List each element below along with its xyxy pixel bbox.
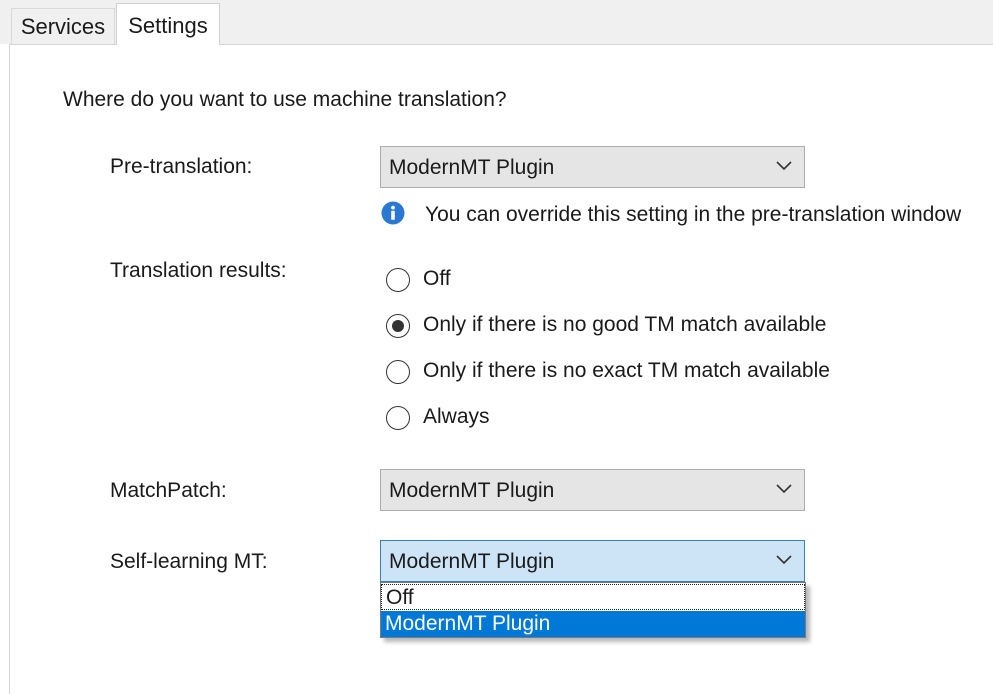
pretranslation-value: ModernMT Plugin bbox=[389, 156, 555, 179]
radio-no-exact-tm-match[interactable] bbox=[386, 360, 410, 384]
chevron-down-icon bbox=[776, 555, 792, 565]
chevron-down-icon bbox=[776, 161, 792, 171]
radio-off-label[interactable]: Off bbox=[423, 267, 451, 291]
matchpatch-combobox[interactable]: ModernMT Plugin bbox=[380, 469, 805, 511]
self-learning-label: Self-learning MT: bbox=[110, 550, 268, 573]
tab-strip: Services Settings bbox=[0, 0, 993, 45]
pretranslation-combobox[interactable]: ModernMT Plugin bbox=[380, 146, 805, 188]
chevron-down-icon bbox=[776, 484, 792, 494]
info-icon bbox=[381, 201, 405, 225]
tab-settings[interactable]: Settings bbox=[116, 3, 220, 45]
dropdown-option-modernmt-plugin[interactable]: ModernMT Plugin bbox=[381, 611, 805, 637]
radio-no-good-tm-match-label[interactable]: Only if there is no good TM match availa… bbox=[423, 313, 826, 337]
radio-off[interactable] bbox=[386, 268, 410, 292]
radio-no-good-tm-match[interactable] bbox=[386, 314, 410, 338]
radio-always[interactable] bbox=[386, 406, 410, 430]
radio-selected-dot bbox=[391, 319, 404, 332]
pretranslation-hint: You can override this setting in the pre… bbox=[425, 203, 962, 226]
dropdown-option-off[interactable]: Off bbox=[381, 584, 805, 610]
matchpatch-value: ModernMT Plugin bbox=[389, 479, 555, 502]
matchpatch-label: MatchPatch: bbox=[110, 479, 227, 502]
tab-services[interactable]: Services bbox=[11, 8, 115, 44]
pretranslation-label: Pre-translation: bbox=[110, 155, 253, 178]
translation-results-label: Translation results: bbox=[110, 259, 287, 282]
self-learning-dropdown-list: Off ModernMT Plugin bbox=[380, 582, 806, 638]
mt-question-label: Where do you want to use machine transla… bbox=[63, 88, 507, 111]
radio-always-label[interactable]: Always bbox=[423, 405, 490, 429]
self-learning-value: ModernMT Plugin bbox=[389, 550, 555, 573]
self-learning-combobox[interactable]: ModernMT Plugin bbox=[380, 540, 805, 582]
radio-no-exact-tm-match-label[interactable]: Only if there is no exact TM match avail… bbox=[423, 359, 830, 383]
